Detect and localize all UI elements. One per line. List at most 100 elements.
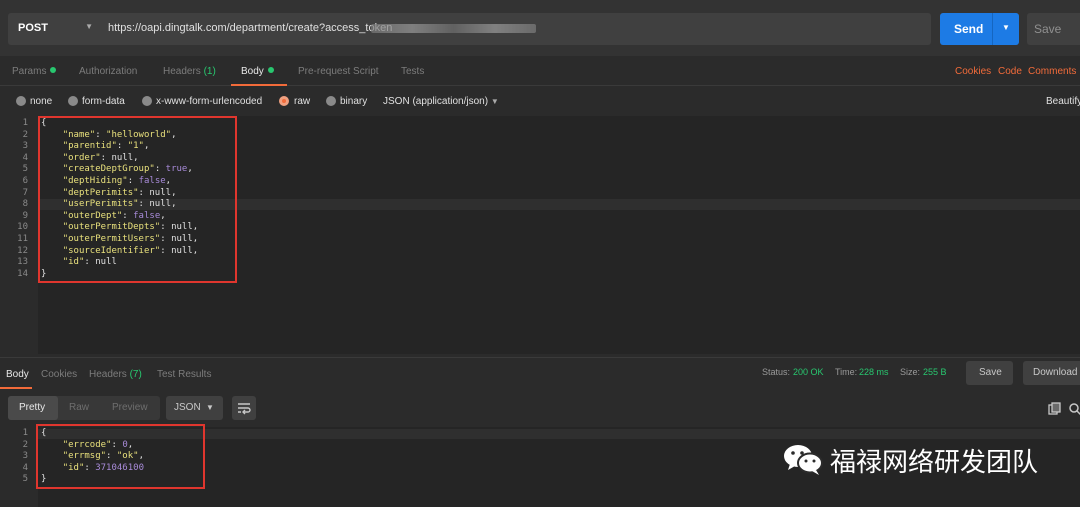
line-number: 8 [22, 199, 28, 210]
wrap-lines-button[interactable] [232, 396, 256, 420]
status-value: 200 OK [793, 367, 824, 377]
response-toolbar: Pretty Raw Preview JSON ▼ [0, 389, 1080, 427]
tab-tests[interactable]: Tests [401, 66, 424, 77]
response-headers-count: (7) [129, 369, 142, 380]
radio-none[interactable] [16, 96, 26, 106]
request-tabs: Params Authorization Headers (1) Body Pr… [0, 56, 1080, 86]
line-number: 13 [17, 257, 28, 268]
radio-raw-label: raw [294, 96, 311, 107]
send-divider [992, 13, 993, 45]
radio-form-data-label: form-data [82, 96, 125, 107]
download-label: Download [1033, 367, 1078, 378]
send-button[interactable]: Send ▼ [940, 13, 1019, 45]
line-number: 4 [22, 152, 28, 163]
tab-response-headers-label: Headers [89, 369, 127, 380]
download-button[interactable]: Download [1023, 361, 1080, 385]
line-number: 1 [22, 118, 28, 128]
save-response-button[interactable]: Save [966, 361, 1013, 385]
tab-params[interactable]: Params [12, 66, 57, 77]
radio-binary[interactable] [326, 96, 336, 106]
status-label: Status: [762, 367, 791, 377]
radio-binary-label: binary [340, 96, 368, 107]
line-number: 5 [22, 164, 28, 175]
radio-form-data[interactable] [68, 96, 78, 106]
tab-params-label: Params [12, 66, 47, 77]
line-number-gutter: 12345 [0, 427, 38, 507]
tab-authorization[interactable]: Authorization [79, 66, 137, 77]
radio-urlencoded-label: x-www-form-urlencoded [156, 96, 263, 107]
search-icon[interactable] [1068, 402, 1080, 416]
beautify-link[interactable]: Beautify [1046, 96, 1080, 107]
chevron-down-icon: ▼ [85, 22, 93, 31]
tab-response-body[interactable]: Body [6, 369, 29, 380]
watermark-text: 福禄网络研发团队 [830, 448, 1039, 478]
view-raw-button[interactable]: Raw [69, 402, 89, 413]
line-number: 3 [22, 141, 28, 152]
chevron-down-icon: ▼ [206, 403, 214, 412]
content-type-label: JSON (application/json) [383, 96, 489, 107]
line-number: 9 [22, 210, 28, 221]
line-number: 6 [22, 176, 28, 186]
save-label: Save [1034, 22, 1062, 36]
view-pretty-button[interactable]: Pretty [8, 396, 58, 420]
view-mode-group: Pretty Raw Preview [8, 396, 160, 420]
method-label: POST [18, 22, 48, 34]
comments-link[interactable]: Comments [1028, 66, 1076, 77]
tab-test-results[interactable]: Test Results [157, 369, 211, 380]
url-input[interactable]: https://oapi.dingtalk.com/department/cre… [101, 13, 931, 45]
size-value: 255 B [923, 367, 947, 377]
radio-raw[interactable] [279, 96, 289, 106]
status-dot [50, 67, 57, 73]
line-number: 12 [17, 245, 28, 256]
line-number: 2 [22, 129, 28, 140]
line-number: 5 [22, 474, 28, 485]
time-label: Time: [835, 367, 858, 377]
headers-count: (1) [203, 66, 216, 77]
cookies-link[interactable]: Cookies [955, 66, 991, 77]
line-number: 11 [17, 234, 28, 244]
line-number: 1 [22, 428, 28, 438]
tab-headers-label: Headers [163, 66, 201, 77]
code-link[interactable]: Code [998, 66, 1022, 77]
copy-icon[interactable] [1048, 402, 1062, 416]
line-number: 14 [17, 268, 28, 279]
status-dot [267, 67, 274, 73]
request-body-editor[interactable]: 1 2 3 4 5 6 7 8 9 10 11 12 13 14 { "name": "helloworl… [0, 116, 1080, 354]
send-label: Send [954, 22, 984, 36]
response-tabs: Body Cookies Headers (7) Test Results St… [0, 357, 1080, 389]
wechat-icon [784, 445, 823, 475]
tab-response-cookies[interactable]: Cookies [41, 369, 77, 380]
line-number: 2 [22, 439, 28, 450]
line-number: 4 [22, 462, 28, 473]
view-preview-button[interactable]: Preview [112, 402, 148, 413]
radio-urlencoded[interactable] [142, 96, 152, 106]
save-request-button[interactable]: Save [1027, 13, 1080, 45]
radio-none-label: none [30, 96, 53, 107]
chevron-down-icon: ▼ [490, 97, 499, 106]
content-type-select[interactable]: JSON (application/json) ▼ [383, 96, 499, 107]
tab-response-headers[interactable]: Headers (7) [89, 369, 142, 380]
url-text: https://oapi.dingtalk.com/department/cre… [108, 22, 393, 34]
size-label: Size: [900, 367, 921, 377]
line-number: 3 [22, 451, 28, 462]
save-response-label: Save [979, 367, 1002, 378]
view-pretty-label: Pretty [19, 402, 46, 413]
line-number-gutter: 1 2 3 4 5 6 7 8 9 10 11 12 13 14 [0, 116, 38, 354]
tab-body[interactable]: Body [241, 66, 274, 77]
tab-headers[interactable]: Headers (1) [163, 66, 216, 77]
highlight-box [38, 116, 237, 283]
body-type-row: none form-data x-www-form-urlencoded raw… [0, 86, 1080, 116]
tab-body-label: Body [241, 66, 264, 77]
tab-prerequest-script[interactable]: Pre-request Script [298, 66, 379, 77]
line-number: 7 [22, 187, 28, 198]
watermark: 福禄网络研发团队 [782, 440, 1052, 480]
wrap-icon [238, 403, 251, 415]
line-number: 10 [17, 222, 28, 233]
format-select[interactable]: JSON ▼ [166, 396, 223, 420]
redacted-token [371, 24, 536, 33]
chevron-down-icon[interactable]: ▼ [1002, 23, 1010, 32]
request-bar: POST ▼ https://oapi.dingtalk.com/departm… [0, 0, 1080, 56]
highlight-box [36, 424, 205, 489]
format-label: JSON [174, 402, 201, 413]
method-select[interactable]: POST ▼ [8, 13, 101, 45]
